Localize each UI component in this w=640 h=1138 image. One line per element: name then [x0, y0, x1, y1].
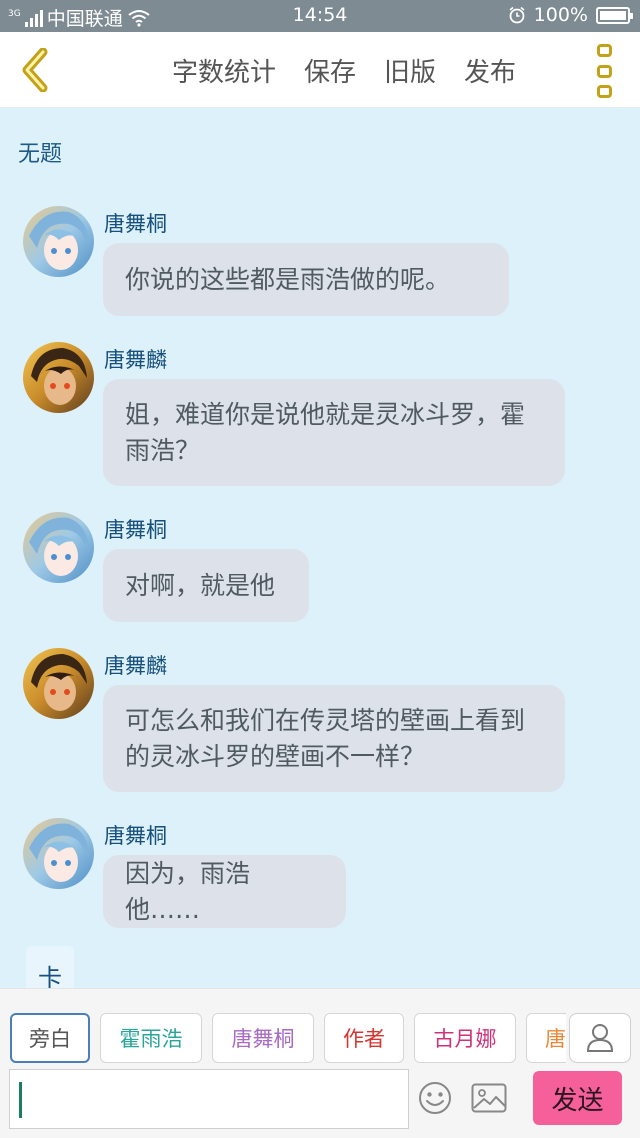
role-chip-label: 古月娜 — [433, 1027, 497, 1051]
role-selector: 旁白 霍雨浩 唐舞桐 作者 古月娜 唐舞麟 — [10, 1013, 566, 1063]
send-button[interactable]: 发送 — [533, 1071, 622, 1125]
message-bubble[interactable]: 姐，难道你是说他就是灵冰斗罗，霍雨浩？ — [103, 379, 565, 486]
role-chip-narrator[interactable]: 旁白 — [10, 1013, 90, 1063]
role-chip-label: 唐舞麟 — [545, 1027, 566, 1051]
speaker-name: 唐舞麟 — [104, 348, 167, 372]
speaker-name: 唐舞桐 — [104, 824, 167, 848]
message-bubble[interactable]: 可怎么和我们在传灵塔的壁画上看到的灵冰斗罗的壁画不一样？ — [103, 685, 565, 792]
word-count-button[interactable]: 字数统计 — [172, 52, 276, 89]
role-chip-gu-yuena[interactable]: 古月娜 — [414, 1013, 516, 1063]
text-caret — [19, 1082, 22, 1118]
chevron-left-icon — [22, 48, 48, 92]
message-input[interactable] — [9, 1069, 409, 1129]
tang-wutong-avatar[interactable] — [23, 512, 94, 583]
role-chip-label: 霍雨浩 — [119, 1027, 183, 1051]
editor-toolbar: 字数统计 保存 旧版 发布 — [0, 32, 640, 108]
document-title[interactable]: 无题 — [18, 136, 62, 168]
message-bubble[interactable]: 对啊，就是他 — [103, 549, 309, 622]
status-bar: 3G 中国联通 14:54 100% — [0, 0, 640, 32]
card-tab[interactable]: 卡 — [26, 946, 74, 992]
smiley-icon[interactable] — [418, 1081, 452, 1115]
status-right: 100% — [508, 4, 633, 26]
tang-wutong-avatar[interactable] — [23, 818, 94, 889]
battery-icon — [596, 6, 633, 24]
role-chip-huo-yuhao[interactable]: 霍雨浩 — [100, 1013, 202, 1063]
tang-wutong-avatar[interactable] — [23, 206, 94, 277]
role-chip-tang-wutong[interactable]: 唐舞桐 — [212, 1013, 314, 1063]
profile-button[interactable] — [569, 1013, 631, 1063]
role-chip-label: 作者 — [343, 1027, 385, 1051]
role-chip-label: 旁白 — [29, 1027, 71, 1051]
battery-percent: 100% — [533, 4, 588, 26]
speaker-name: 唐舞桐 — [104, 518, 167, 542]
message-bubble[interactable]: 因为，雨浩他…… — [103, 855, 346, 928]
back-button[interactable] — [14, 46, 58, 94]
save-button[interactable]: 保存 — [304, 52, 356, 89]
image-icon[interactable] — [471, 1083, 507, 1113]
role-chip-tang-wulin[interactable]: 唐舞麟 — [526, 1013, 566, 1063]
tang-wulin-avatar[interactable] — [23, 342, 94, 413]
publish-button[interactable]: 发布 — [464, 52, 516, 89]
speaker-name: 唐舞桐 — [104, 212, 167, 236]
composer-panel: 旁白 霍雨浩 唐舞桐 作者 古月娜 唐舞麟 发送 — [0, 988, 640, 1138]
role-chip-label: 唐舞桐 — [231, 1027, 295, 1051]
old-version-button[interactable]: 旧版 — [384, 52, 436, 89]
message-bubble[interactable]: 你说的这些都是雨浩做的呢。 — [103, 243, 509, 316]
more-vertical-icon[interactable] — [594, 44, 614, 98]
tang-wulin-avatar[interactable] — [23, 648, 94, 719]
speaker-name: 唐舞麟 — [104, 654, 167, 678]
alarm-icon — [509, 6, 525, 24]
user-icon — [586, 1024, 614, 1052]
toolbar-actions: 字数统计 保存 旧版 发布 — [172, 52, 516, 89]
role-chip-author[interactable]: 作者 — [324, 1013, 404, 1063]
